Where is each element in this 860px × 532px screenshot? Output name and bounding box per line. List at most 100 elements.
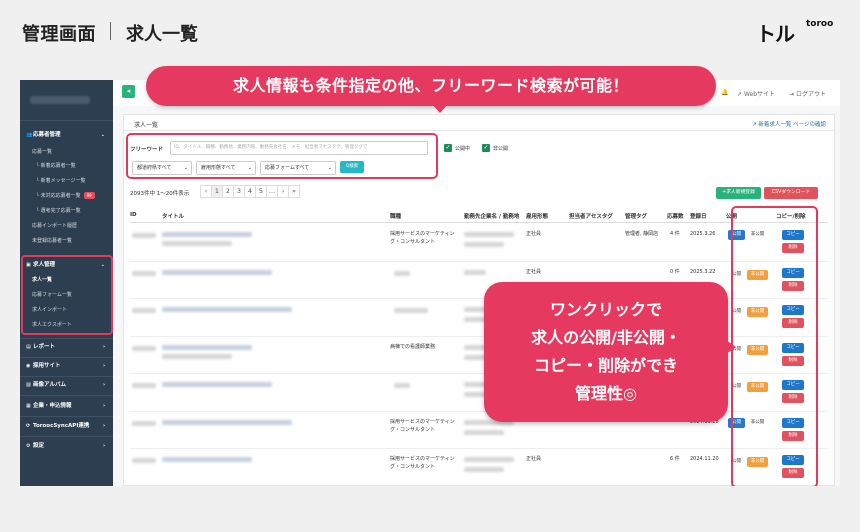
location-blurred bbox=[464, 242, 504, 247]
callout-tail bbox=[432, 104, 448, 113]
callout-actions: ワンクリックで 求人の公開/非公開・ コピー・削除ができ 管理性◎ bbox=[484, 282, 736, 422]
csv-download-button[interactable]: CSVダウンロード bbox=[764, 187, 818, 199]
sync-icon: ⟳ bbox=[26, 423, 31, 429]
globe-icon: ◉ bbox=[26, 363, 31, 369]
title-blurred[interactable] bbox=[162, 232, 252, 237]
sidebar-section-label: レポート bbox=[33, 344, 56, 350]
external-link-icon: ↗ bbox=[752, 122, 757, 128]
title-blurred[interactable] bbox=[162, 344, 252, 350]
page-header: 管理画面 求人一覧 トル toroo bbox=[0, 0, 860, 62]
actions-highlight-box bbox=[731, 206, 818, 486]
chevron-right-icon: › bbox=[102, 403, 105, 409]
sidebar-section-site[interactable]: ◉ 採用サイト › bbox=[20, 359, 113, 373]
sidebar-section-album[interactable]: ▨ 画像アルバム › bbox=[20, 378, 113, 392]
header-divider bbox=[130, 222, 828, 223]
sidebar-item-new-applicants[interactable]: └ 新着応募者一覧 bbox=[20, 160, 113, 173]
date-cell: 2025.3.26 bbox=[690, 231, 716, 237]
sidebar-section-settings[interactable]: ⚙ 設定 › bbox=[20, 439, 113, 453]
building-icon: ▦ bbox=[26, 403, 31, 409]
sidebar-divider bbox=[20, 120, 113, 121]
callout-top-text: 求人情報も条件指定の他、フリーワード検索が可能！ bbox=[232, 76, 629, 95]
chevron-right-icon: › bbox=[102, 443, 105, 449]
title-blurred[interactable] bbox=[162, 382, 272, 387]
id-blurred bbox=[132, 270, 156, 276]
job-list-panel: 求人一覧 ↗ 新着求人一覧 ページの確認 フリーワード ID、タイトル、職種、勤… bbox=[123, 114, 835, 486]
bell-icon[interactable]: 🔔 bbox=[721, 89, 728, 96]
job-type-blurred bbox=[394, 383, 410, 388]
callout-line: コピー・削除ができ bbox=[533, 356, 678, 375]
chevron-down-icon: ⌄ bbox=[100, 132, 105, 138]
public-checkbox-label: 公開中 bbox=[455, 146, 471, 152]
date-cell: 2025.3.22 bbox=[690, 268, 716, 275]
title-sub-blurred bbox=[162, 241, 232, 246]
id-blurred bbox=[132, 420, 156, 426]
sidebar-section-sync[interactable]: ⟳ ToroocSyncAPI連携 › bbox=[20, 419, 113, 433]
employment-cell: 正社員 bbox=[526, 231, 542, 237]
result-count: 2093件中 1〜20件表示 bbox=[130, 191, 190, 197]
panel-title: 求人一覧 bbox=[134, 122, 159, 129]
job-type-blurred bbox=[394, 270, 410, 276]
row-divider bbox=[130, 260, 828, 262]
pagination: ‹ 1 2 3 4 5 … › » bbox=[200, 185, 300, 198]
company-blurred bbox=[464, 457, 514, 462]
job-type-cell: 採用サービスのマーケティング・コンサルタント bbox=[390, 231, 455, 245]
sidebar-section-label: 設定 bbox=[33, 443, 45, 449]
sidebar-divider bbox=[20, 338, 113, 339]
col-assignee-tag: 担当者アセスタグ bbox=[569, 214, 613, 220]
chevron-right-icon: › bbox=[102, 382, 105, 388]
logo-sub: toroo bbox=[806, 19, 834, 29]
sidebar-item-new-messages[interactable]: └ 新着メッセージ一覧 bbox=[20, 175, 113, 188]
chevron-right-icon: › bbox=[102, 423, 105, 429]
job-type-blurred bbox=[394, 308, 428, 313]
sidebar-section-label: 画像アルバム bbox=[33, 382, 66, 388]
sidebar-item-import-history[interactable]: 応募インポート履歴 bbox=[20, 220, 113, 233]
external-link-icon: ↗ bbox=[737, 91, 743, 98]
chevron-right-icon: › bbox=[102, 344, 105, 350]
page-last[interactable]: » bbox=[288, 185, 300, 198]
sidebar-section-company[interactable]: ▦ 企業・申込情報 › bbox=[20, 399, 113, 413]
col-company: 勤務先企業名 / 勤務地 bbox=[464, 214, 520, 220]
col-employment: 雇用形態 bbox=[526, 214, 549, 220]
new-job-button[interactable]: +求人新規登録 bbox=[716, 187, 761, 199]
logout-link[interactable]: ⇥ ログアウト bbox=[789, 89, 826, 98]
sidebar-item-applications[interactable]: 応募一覧 bbox=[20, 146, 113, 159]
job-type-cell: 採用サービスのマーケティング・コンサルタント bbox=[390, 456, 455, 470]
col-job-type: 職種 bbox=[390, 214, 402, 220]
callout-freeword: 求人情報も条件指定の他、フリーワード検索が可能！ bbox=[146, 66, 716, 113]
sidebar-item-label: 新着メッセージ一覧 bbox=[40, 178, 86, 184]
sidebar-divider bbox=[20, 416, 113, 417]
callout-tail bbox=[726, 340, 736, 354]
website-link[interactable]: ↗ Webサイト bbox=[737, 89, 775, 98]
sidebar-toggle-button[interactable]: ◂ bbox=[122, 85, 135, 98]
sidebar-item-label: 未対応応募者一覧 bbox=[40, 193, 81, 199]
sidebar-section-applicants[interactable]: 👥応募者管理 ⌄ bbox=[20, 128, 113, 142]
chart-icon: ▤ bbox=[26, 344, 31, 350]
title-blurred[interactable] bbox=[162, 269, 272, 275]
new-jobs-page-link[interactable]: ↗ 新着求人一覧 ページの確認 bbox=[752, 120, 826, 128]
sidebar: 👥応募者管理 ⌄ 応募一覧 └ 新着応募者一覧 └ 新着メッセージ一覧 └ 未対… bbox=[20, 80, 113, 486]
sidebar-divider bbox=[20, 436, 113, 437]
private-checkbox[interactable]: ✓ bbox=[482, 144, 490, 152]
col-applications: 応募数 bbox=[667, 214, 684, 220]
title-blurred[interactable] bbox=[162, 419, 292, 425]
sidebar-section-label: 応募者管理 bbox=[33, 132, 61, 138]
title-blurred[interactable] bbox=[162, 457, 252, 462]
title-blurred[interactable] bbox=[162, 307, 292, 312]
applications-cell: 0 件 bbox=[670, 268, 680, 275]
panel-link-label: 新着求人一覧 ページの確認 bbox=[758, 122, 826, 128]
page-title: 管理画面 bbox=[22, 24, 96, 45]
sidebar-section-label: 企業・申込情報 bbox=[33, 403, 72, 409]
sidebar-item-completed[interactable]: └ 選考完了応募一覧 bbox=[20, 205, 113, 218]
sidebar-item-unregistered[interactable]: 未登録応募者一覧 bbox=[20, 235, 113, 248]
sidebar-section-report[interactable]: ▤ レポート › bbox=[20, 340, 113, 354]
public-checkbox[interactable]: ✓ bbox=[444, 144, 452, 152]
id-blurred bbox=[132, 458, 156, 463]
employment-cell: 正社員 bbox=[526, 456, 542, 462]
company-blurred bbox=[464, 232, 514, 237]
page-subtitle: 求人一覧 bbox=[126, 24, 198, 45]
id-blurred bbox=[132, 308, 156, 313]
panel-header: 求人一覧 ↗ 新着求人一覧 ページの確認 bbox=[124, 115, 834, 131]
sidebar-item-unhandled[interactable]: └ 未対応応募者一覧 99 bbox=[20, 190, 113, 203]
admin-tag-cell: 管理者, 静岡店 bbox=[625, 231, 659, 237]
count-badge: 99 bbox=[83, 192, 95, 199]
